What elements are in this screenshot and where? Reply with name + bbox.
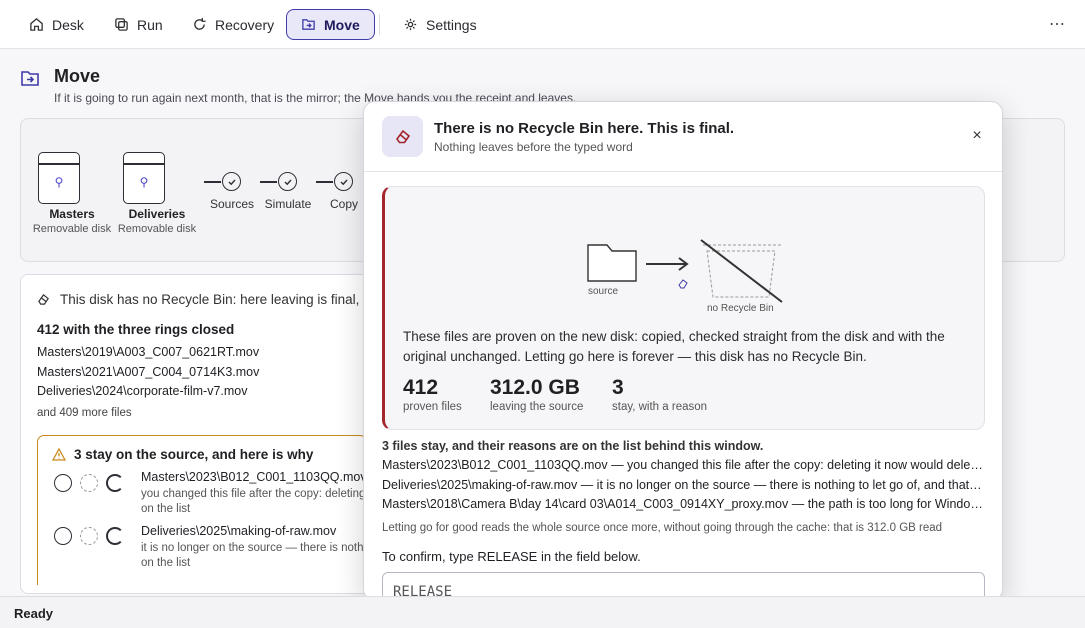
source-label: source — [588, 286, 618, 297]
reason-item: Masters\2023\B012_C001_1103QQ.mov — you … — [382, 458, 985, 472]
tab-settings[interactable]: Settings — [388, 9, 492, 40]
rings-title: 412 with the three rings closed — [37, 322, 235, 337]
keep-radio[interactable] — [54, 474, 72, 492]
step-done-icon — [278, 172, 297, 191]
stay-file-reason: it is no longer on the source — there is… — [141, 542, 367, 554]
eraser-icon — [678, 279, 688, 289]
stay-file-path: Deliveries\2025\making-of-raw.mov — [141, 524, 337, 538]
stat-stay: 3 stay, with a reason — [612, 376, 707, 413]
tab-move-label: Move — [324, 16, 360, 33]
proof-text: These files are proven on the new disk: … — [403, 329, 945, 364]
home-icon — [30, 18, 43, 31]
folder-move-icon — [21, 71, 39, 86]
refresh-icon — [194, 17, 206, 30]
eraser-icon — [382, 116, 423, 157]
disk-deliveries[interactable]: ⚲ — [123, 152, 165, 204]
tab-move[interactable]: Move — [286, 9, 375, 40]
usb-icon: ⚲ — [139, 175, 149, 189]
stay-title: 3 stay on the source, and here is why — [52, 447, 313, 462]
reasons-title: 3 files stay, and their reasons are on t… — [382, 439, 764, 453]
close-icon[interactable]: × — [968, 127, 986, 145]
step-done-icon — [334, 172, 353, 191]
eraser-icon — [38, 293, 49, 305]
step-label: Simulate — [264, 197, 312, 211]
pending-radio[interactable] — [80, 474, 98, 492]
reason-item: Masters\2018\Camera B\day 14\card 03\A01… — [382, 497, 985, 511]
stay-file-tail: on the list — [141, 503, 191, 515]
step-connector — [316, 181, 333, 183]
source-folder-icon — [587, 244, 637, 282]
stat-proven: 412 proven files — [403, 376, 462, 413]
reason-item: Deliveries\2025\making-of-raw.mov — it i… — [382, 478, 985, 492]
tab-settings-label: Settings — [426, 16, 477, 33]
stay-file-reason: you changed this file after the copy: de… — [141, 488, 366, 500]
arrow-icon — [646, 257, 689, 271]
top-nav: Desk Run Recovery Move Settings ⋯ — [0, 0, 1085, 49]
tab-recovery-label: Recovery — [215, 16, 275, 33]
warning-text: This disk has no Recycle Bin: here leavi… — [60, 292, 360, 307]
status-bar: Ready — [0, 596, 1085, 628]
stat-value: 312.0 GB — [490, 376, 580, 399]
stat-label: proven files — [403, 401, 462, 413]
stat-value: 3 — [612, 376, 624, 399]
dialog-subtitle: Nothing leaves before the typed word — [434, 140, 633, 154]
more-files-text: and 409 more files — [37, 407, 132, 419]
keep-radio[interactable] — [54, 527, 72, 545]
stat-label: leaving the source — [490, 401, 584, 413]
step-connector — [260, 181, 277, 183]
loading-spinner-icon — [106, 527, 124, 545]
usb-icon: ⚲ — [54, 175, 64, 189]
step-label: Sources — [209, 197, 255, 211]
stat-label: stay, with a reason — [612, 401, 708, 413]
no-recycle-diagram: source no Recycle Bin — [587, 239, 783, 313]
disk-masters[interactable]: ⚲ — [38, 152, 80, 204]
loading-spinner-icon — [106, 474, 124, 492]
list-item: Deliveries\2024\corporate-film-v7.mov — [37, 384, 248, 398]
tab-run-label: Run — [137, 16, 163, 33]
confirm-label: To confirm, type RELEASE in the field be… — [382, 549, 641, 564]
warning-icon — [52, 448, 66, 461]
list-item: Masters\2019\A003_C007_0621RT.mov — [37, 345, 260, 359]
page-title: Move — [54, 66, 101, 86]
proof-panel: source no Recycle Bin These files are pr… — [382, 186, 985, 430]
folder-move-icon — [302, 19, 315, 30]
strike-line — [700, 239, 783, 303]
dialog-header: There is no Recycle Bin here. This is fi… — [364, 102, 1002, 172]
step-connector — [204, 181, 221, 183]
stay-reasons-box: 3 stay on the source, and here is why Ma… — [37, 435, 367, 585]
tab-desk-label: Desk — [52, 16, 84, 33]
stay-file-tail: on the list — [141, 557, 191, 569]
copy-icon — [115, 18, 128, 31]
step-done-icon — [222, 172, 241, 191]
disk-name: Deliveries — [128, 207, 186, 221]
pending-radio[interactable] — [80, 527, 98, 545]
tab-recovery[interactable]: Recovery — [177, 9, 289, 40]
list-item: Masters\2021\A007_C004_0714K3.mov — [37, 365, 260, 379]
stay-file-path: Masters\2023\B012_C001_1103QQ.mov — [141, 470, 367, 484]
more-menu-button[interactable]: ⋯ — [1046, 13, 1068, 35]
stat-size: 312.0 GB leaving the source — [490, 376, 583, 413]
stay-row-controls — [54, 474, 124, 492]
status-text: Ready — [14, 606, 54, 621]
stat-value: 412 — [403, 376, 439, 399]
tab-run[interactable]: Run — [99, 9, 178, 40]
read-note: Letting go for good reads the whole sour… — [382, 522, 943, 534]
cloud-gear-icon — [404, 18, 417, 31]
disk-type: Removable disk — [117, 223, 197, 235]
no-recycle-warning: This disk has no Recycle Bin: here leavi… — [37, 292, 359, 307]
tab-desk[interactable]: Desk — [14, 9, 99, 40]
dialog-title: There is no Recycle Bin here. This is fi… — [434, 120, 735, 137]
final-release-dialog: There is no Recycle Bin here. This is fi… — [363, 101, 1003, 601]
nav-divider — [379, 14, 380, 35]
bin-label: no Recycle Bin — [707, 303, 774, 313]
stay-row-controls — [54, 527, 124, 545]
